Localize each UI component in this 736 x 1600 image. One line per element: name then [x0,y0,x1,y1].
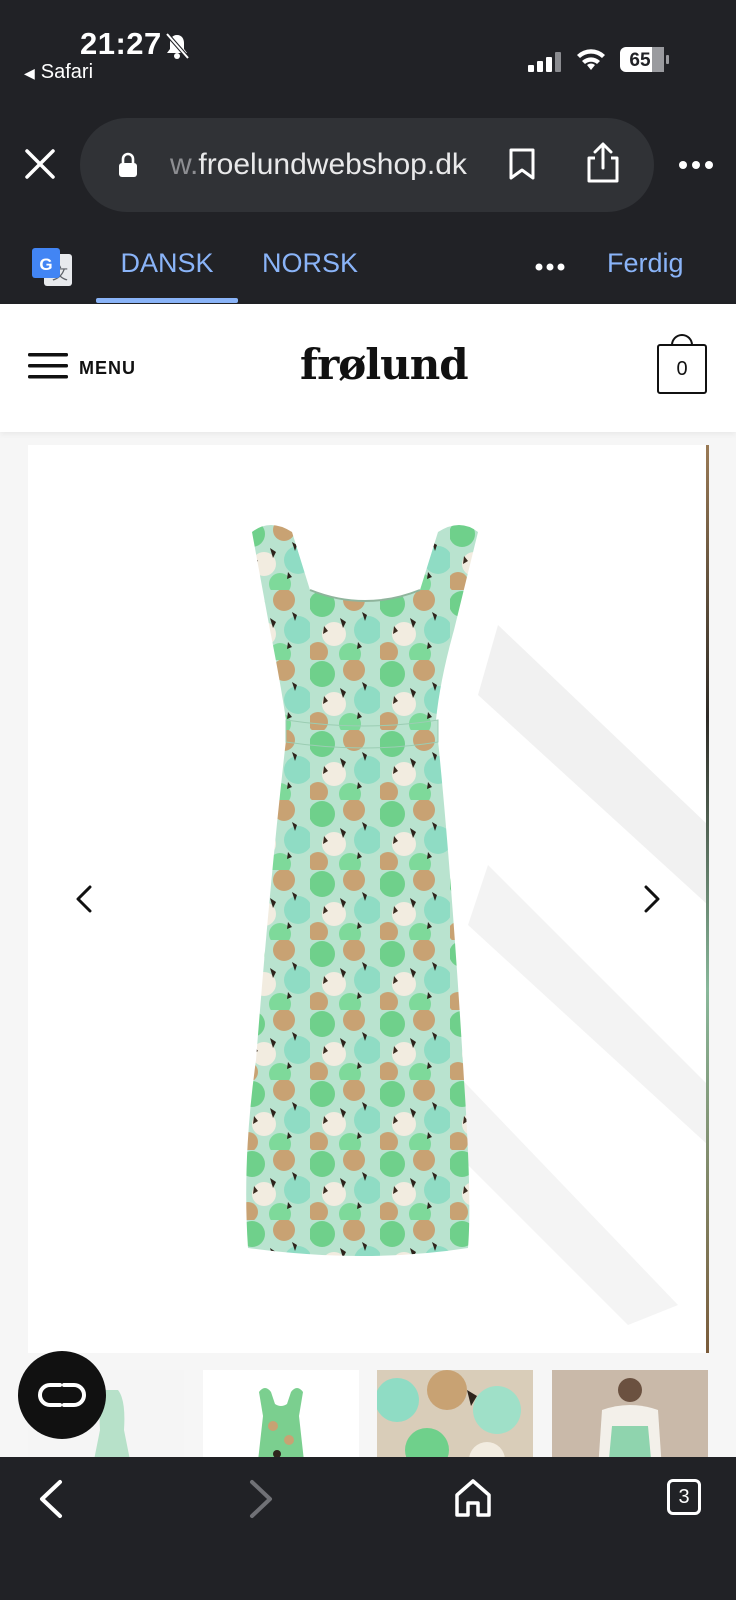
next-image-arrow-icon[interactable] [642,884,662,914]
previous-image-arrow-icon[interactable] [74,884,94,914]
google-translate-icon[interactable]: 文 G [30,246,74,288]
thumbnail-image [552,1370,708,1458]
share-icon[interactable] [586,142,620,184]
chat-widget-button[interactable] [18,1351,106,1439]
back-to-app-link[interactable]: ◀ Safari [24,61,93,84]
status-time: 21:27 [80,26,162,61]
site-logo[interactable]: frølund [300,340,469,389]
cellular-signal-icon [528,52,561,72]
lock-icon [119,152,137,177]
bell-muted-icon [165,32,190,60]
back-arrow-icon[interactable] [36,1478,66,1520]
url-prefix: w. [170,148,199,181]
browser-bottom-bar [0,1457,736,1600]
tab-switcher-button[interactable]: 3 [667,1479,701,1515]
menu-button-label[interactable]: MENU [79,358,136,379]
battery-level: 65 [629,50,651,71]
tab-count: 3 [678,1486,690,1508]
thumbnail-model-wearing-dress[interactable] [552,1370,708,1458]
product-dress-image [246,525,478,1256]
thumbnail-fabric-print-closeup[interactable] [377,1370,533,1458]
bookmark-icon[interactable] [508,147,536,181]
url-text[interactable]: w.froelundwebshop.dk [170,148,488,184]
status-bar: 21:27 ◀ Safari 65 [0,0,736,108]
forward-arrow-icon[interactable] [246,1478,276,1520]
hamburger-menu-icon[interactable] [28,352,68,380]
thumbnail-strip [0,1370,736,1458]
back-app-label: Safari [40,61,94,83]
thumbnail-image [377,1370,533,1458]
thumbnail-dress-front[interactable] [203,1370,359,1458]
cart-button[interactable]: 0 [657,344,707,394]
next-image-peek [706,445,709,1353]
translate-done-button[interactable]: Ferdig [607,248,684,279]
close-icon[interactable] [24,148,56,180]
wifi-icon [577,49,605,70]
cart-count: 0 [676,358,688,380]
back-triangle-icon: ◀ [24,65,35,81]
more-options-icon[interactable] [678,160,714,170]
active-tab-indicator [96,298,238,303]
home-icon[interactable] [454,1478,492,1518]
svg-text:G: G [39,255,52,274]
chat-link-icon [38,1383,86,1407]
language-tab-norsk[interactable]: NORSK [262,248,358,279]
thumbnail-image [258,1388,304,1458]
url-domain: froelundwebshop.dk [198,148,467,181]
battery-icon: 65 [620,47,669,72]
translate-more-icon[interactable] [535,263,565,271]
language-tab-dansk[interactable]: DANSK [96,248,238,279]
